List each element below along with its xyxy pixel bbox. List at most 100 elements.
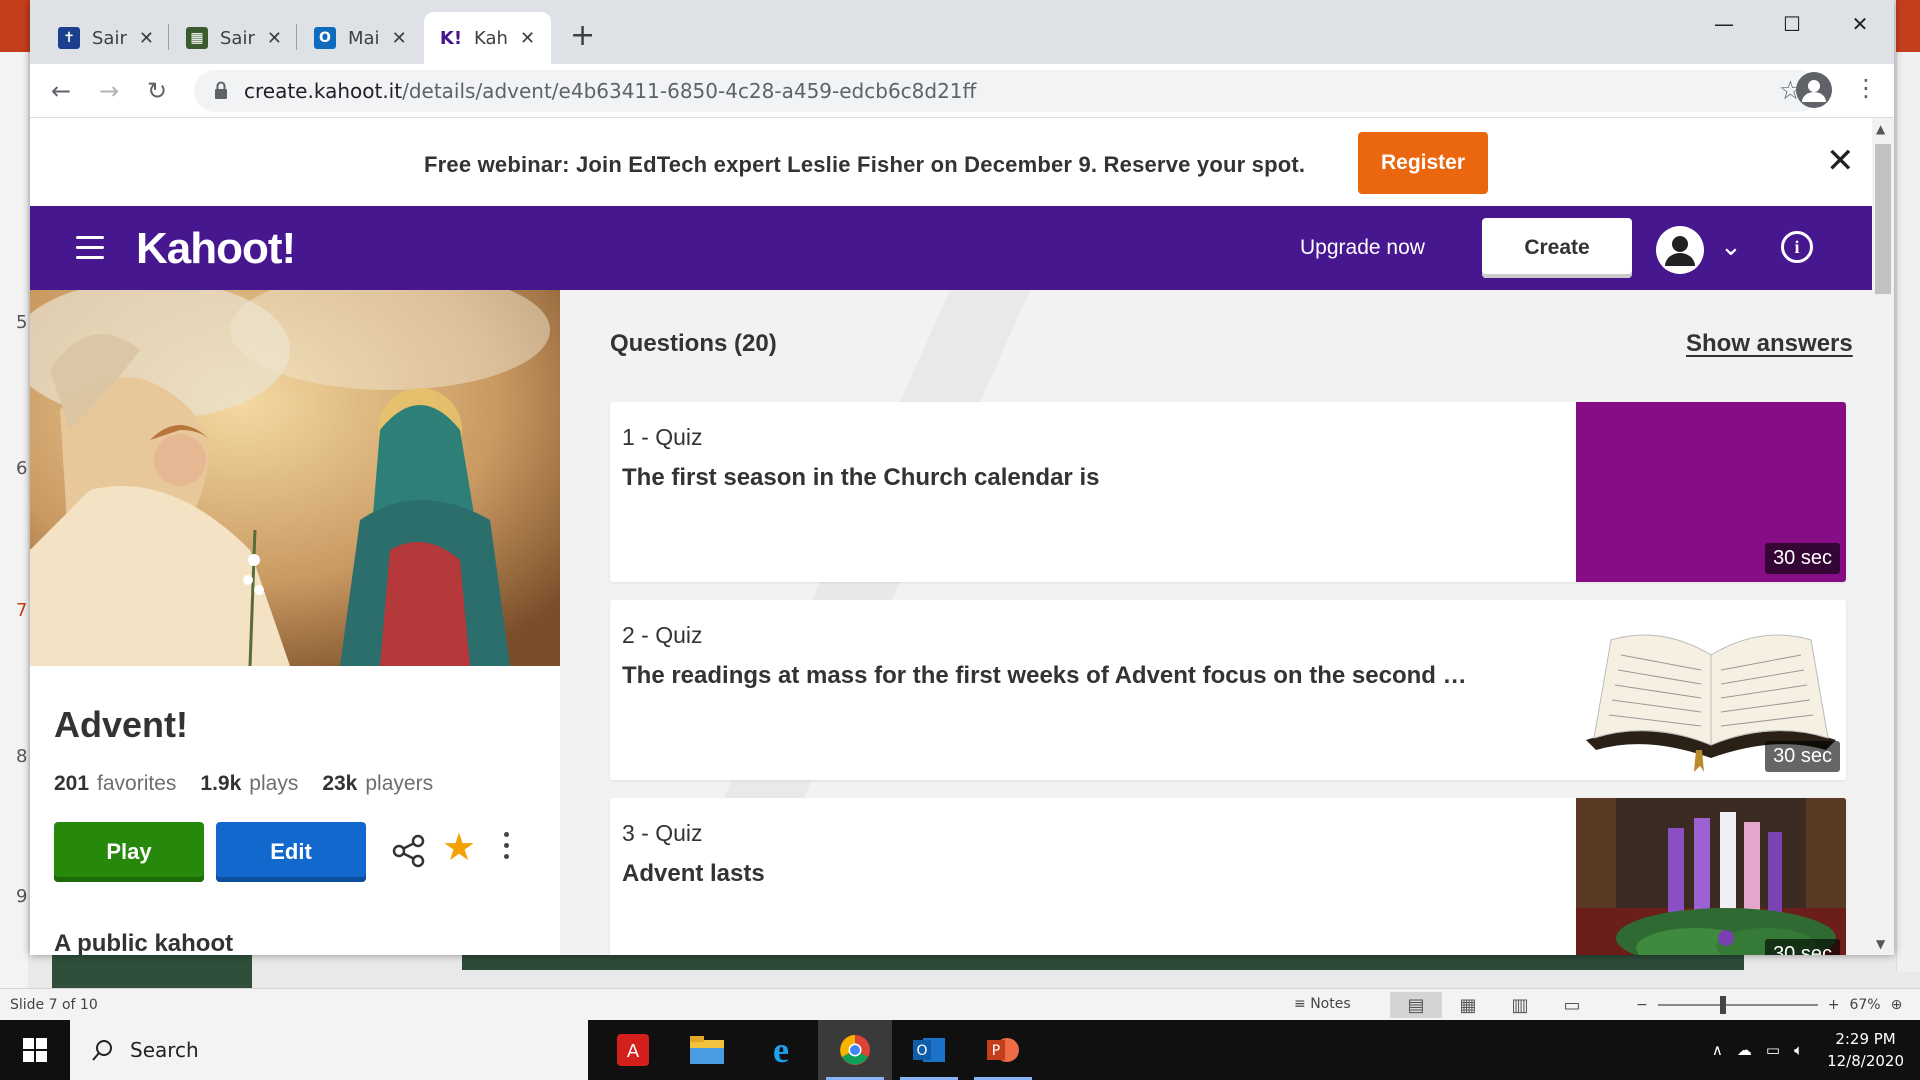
show-hidden-icons[interactable]: ∧ <box>1712 1041 1723 1059</box>
favorites-stat: 201 favorites <box>54 772 177 795</box>
question-card-1[interactable]: 1 - Quiz The first season in the Church … <box>610 402 1846 582</box>
volume-icon[interactable]: 🔈︎ <box>1794 1041 1803 1059</box>
new-tab-button[interactable]: + <box>570 18 595 53</box>
close-tab-icon[interactable]: ✕ <box>139 28 154 49</box>
play-button[interactable]: Play <box>54 822 204 882</box>
show-answers-button[interactable]: Show answers <box>1686 330 1853 358</box>
slide-number[interactable]: 9 <box>16 886 27 907</box>
chevron-down-icon[interactable]: ⌄ <box>1720 232 1742 262</box>
close-window-button[interactable]: ✕ <box>1826 8 1894 40</box>
scroll-up-icon[interactable]: ▲ <box>1876 122 1885 136</box>
slide-number[interactable]: 8 <box>16 746 27 767</box>
powerpoint-app[interactable]: P <box>966 1020 1040 1080</box>
internet-explorer-app[interactable]: e <box>744 1020 818 1080</box>
close-tab-icon[interactable]: ✕ <box>267 28 282 49</box>
onedrive-icon[interactable]: ☁ <box>1737 1041 1752 1059</box>
back-button[interactable]: ← <box>44 74 78 108</box>
acrobat-app[interactable]: A <box>596 1020 670 1080</box>
file-explorer-app[interactable] <box>670 1020 744 1080</box>
zoom-in-icon[interactable]: + <box>1828 997 1840 1013</box>
edit-button[interactable]: Edit <box>216 822 366 882</box>
slide-number[interactable]: 5 <box>16 312 27 333</box>
visibility-label: A public kahoot <box>54 930 234 955</box>
normal-view-icon[interactable]: ▤ <box>1390 992 1442 1018</box>
slide-thumbnail[interactable] <box>52 955 252 988</box>
close-tab-icon[interactable]: ✕ <box>392 28 407 49</box>
hamburger-menu-icon[interactable] <box>76 236 104 266</box>
kahoot-logo[interactable]: Kahoot! <box>136 224 296 274</box>
zoom-level[interactable]: 67% <box>1849 997 1880 1013</box>
slide-number[interactable]: 6 <box>16 458 27 479</box>
question-card-3[interactable]: 3 - Quiz Advent lasts 30 sec <box>610 798 1846 955</box>
svg-text:P: P <box>992 1043 1000 1059</box>
players-stat: 23k players <box>322 772 434 795</box>
forward-button[interactable]: → <box>92 74 126 108</box>
questions-heading: Questions (20) <box>610 330 777 357</box>
ppt-scrollbar[interactable] <box>1896 52 1920 972</box>
chrome-menu-icon[interactable]: ⋮ <box>1854 74 1878 102</box>
reload-button[interactable]: ↻ <box>140 74 174 108</box>
taskbar-search[interactable]: Search <box>70 1020 588 1080</box>
info-icon[interactable]: i <box>1781 231 1813 263</box>
zoom-out-icon[interactable]: − <box>1636 997 1648 1013</box>
user-avatar-icon[interactable] <box>1656 226 1704 274</box>
notes-button[interactable]: ≡ Notes <box>1294 996 1351 1012</box>
question-time: 30 sec <box>1765 741 1840 772</box>
start-button[interactable] <box>0 1020 70 1080</box>
outlook-icon: O <box>913 1038 945 1062</box>
outlook-app[interactable]: O <box>892 1020 966 1080</box>
share-icon[interactable] <box>392 834 426 868</box>
outlook-icon: O <box>314 27 336 49</box>
chrome-icon <box>840 1035 870 1065</box>
page-content: Free webinar: Join EdTech expert Leslie … <box>30 118 1872 955</box>
advent-wreath-icon <box>1576 798 1846 955</box>
clock[interactable]: 2:29 PM 12/8/2020 <box>1827 1028 1904 1072</box>
taskbar: Search A e O P ∧ ☁ ▭ 🔈︎ 2:29 PM 12/8/202… <box>0 1020 1920 1080</box>
question-type: 1 - Quiz <box>622 424 703 450</box>
cover-image-annunciation <box>30 290 560 666</box>
question-image-purple: 30 sec <box>1576 402 1846 582</box>
tab-3[interactable]: O Mai ✕ <box>298 12 423 64</box>
slideshow-icon[interactable]: ▭ <box>1546 992 1598 1018</box>
address-bar[interactable]: create.kahoot.it/details/advent/e4b63411… <box>194 70 1820 112</box>
tab-2[interactable]: ▦ Sair ✕ <box>170 12 298 64</box>
question-card-2[interactable]: 2 - Quiz The readings at mass for the fi… <box>610 600 1846 780</box>
minimize-button[interactable]: — <box>1690 8 1758 40</box>
powerpoint-icon: P <box>987 1038 1019 1062</box>
question-text: The first season in the Church calendar … <box>622 464 1100 491</box>
svg-text:A: A <box>627 1041 640 1062</box>
slide-sorter-icon[interactable]: ▦ <box>1442 992 1494 1018</box>
upgrade-now-link[interactable]: Upgrade now <box>1300 236 1425 260</box>
slide-count: Slide 7 of 10 <box>10 997 98 1013</box>
folder-icon <box>690 1036 724 1064</box>
register-button[interactable]: Register <box>1358 132 1488 194</box>
mosaic-icon: ▦ <box>186 27 208 49</box>
scroll-down-icon[interactable]: ▼ <box>1876 937 1885 951</box>
maximize-button[interactable]: ☐ <box>1758 8 1826 40</box>
fit-slide-icon[interactable]: ⊕ <box>1891 997 1903 1013</box>
reading-view-icon[interactable]: ▥ <box>1494 992 1546 1018</box>
page-scrollbar[interactable]: ▲ ▼ <box>1872 118 1894 955</box>
network-icon[interactable]: ▭ <box>1766 1041 1780 1059</box>
plays-stat: 1.9k plays <box>200 772 299 795</box>
slide-number[interactable]: 7 <box>16 600 27 621</box>
tab-kahoot[interactable]: K! Kah ✕ <box>424 12 552 64</box>
banner-text: Free webinar: Join EdTech expert Leslie … <box>424 152 1306 177</box>
svg-text:O: O <box>916 1043 927 1059</box>
close-banner-icon[interactable]: ✕ <box>1826 144 1855 178</box>
profile-icon[interactable] <box>1796 72 1832 108</box>
scroll-thumb[interactable] <box>1875 144 1891 294</box>
tab-1[interactable]: ✝ Sair ✕ <box>42 12 170 64</box>
kahoot-title: Advent! <box>54 704 188 745</box>
zoom-slider[interactable] <box>1657 996 1818 1014</box>
question-type: 3 - Quiz <box>622 820 703 846</box>
slide-thumbnail-panel: 5 6 7 8 9 <box>0 52 28 992</box>
close-tab-icon[interactable]: ✕ <box>520 28 535 49</box>
more-options-icon[interactable] <box>504 832 510 865</box>
create-button[interactable]: Create <box>1482 218 1632 278</box>
question-time: 30 sec <box>1765 543 1840 574</box>
kahoot-header: Kahoot! Upgrade now Create ⌄ i <box>30 206 1872 290</box>
ie-icon: e <box>773 1030 789 1070</box>
chrome-app[interactable] <box>818 1020 892 1080</box>
favorite-star-icon[interactable]: ★ <box>442 828 476 866</box>
